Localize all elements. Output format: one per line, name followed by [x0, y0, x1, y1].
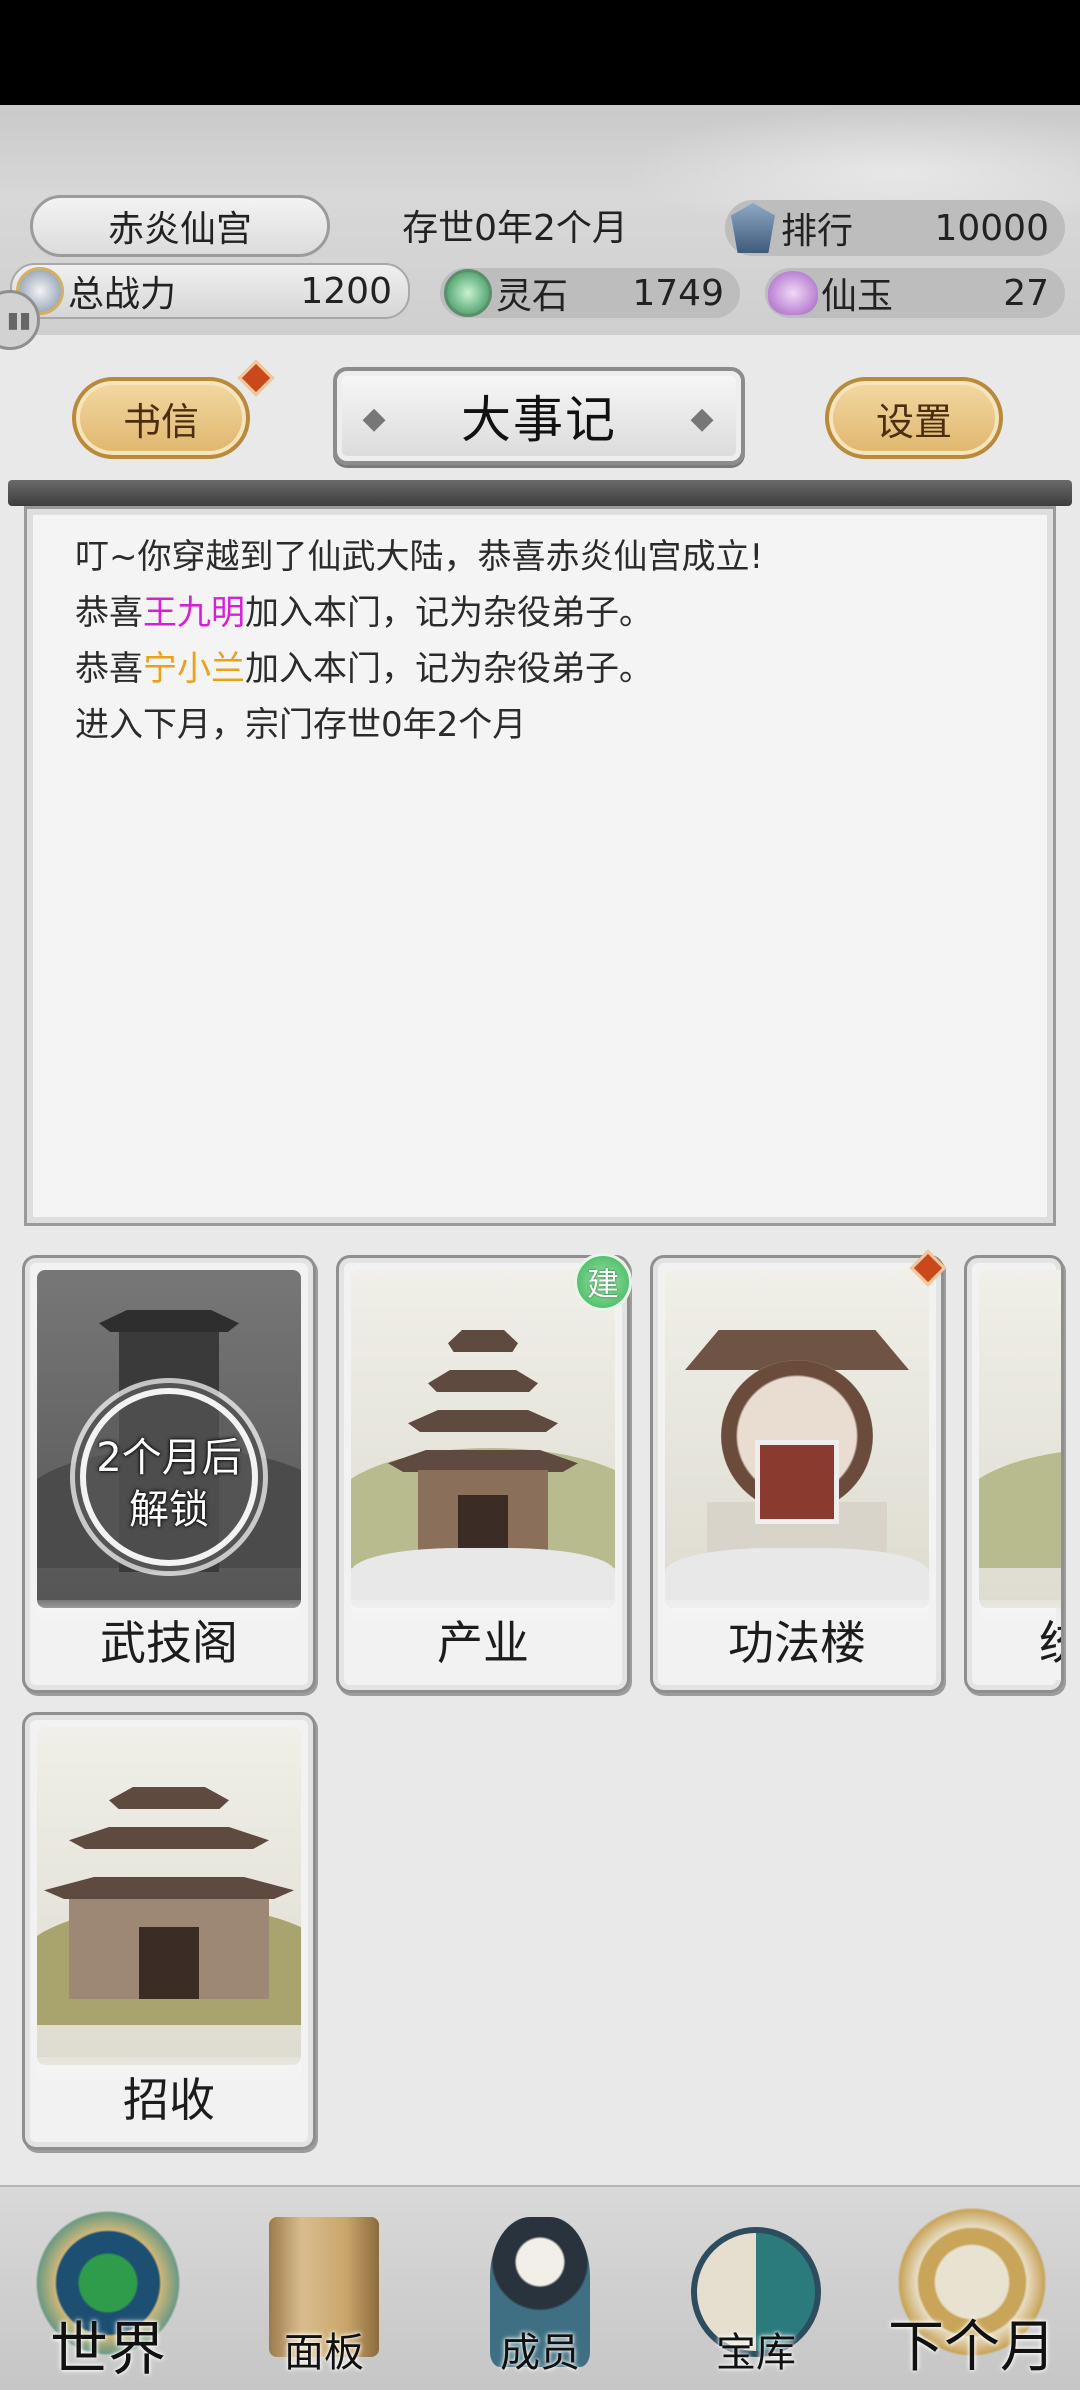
- sect-age: 存世0年2个月: [402, 208, 628, 249]
- log-entry-text: 恭喜: [75, 593, 143, 633]
- title-row: 书信 ◆ 大事记 ◆ 设置: [0, 345, 1080, 475]
- settings-button[interactable]: 设置: [825, 377, 1003, 459]
- drawer-handle-icon: ▮▮: [6, 307, 32, 333]
- rank-label: 排行: [781, 211, 854, 252]
- page-title-plate: ◆ 大事记 ◆: [333, 367, 745, 465]
- total-power-display[interactable]: 总战力 1200: [10, 263, 410, 319]
- nav-next-month[interactable]: 下个月: [864, 2187, 1080, 2390]
- spirit-stone-label: 灵石: [496, 276, 569, 317]
- unlock-countdown: 2个月后 解锁: [96, 1435, 242, 1533]
- letters-label: 书信: [122, 399, 199, 444]
- card-label: 招收: [37, 2057, 301, 2137]
- spirit-stone-value: 1749: [632, 272, 724, 314]
- recruit-art: [37, 1727, 301, 2065]
- resource-header: 赤炎仙宫 存世0年2个月 排行 10000 总战力 1200 灵石 1749 仙…: [0, 105, 1080, 335]
- sect-age-display: 存世0年2个月: [350, 200, 680, 250]
- power-value: 1200: [300, 270, 392, 312]
- card-label: 武技阁: [37, 1600, 301, 1680]
- building-card-technique-tower[interactable]: 功法楼: [650, 1255, 944, 1693]
- log-entry: 进入下月，宗门存世0年2个月: [75, 697, 1005, 753]
- lock-icon: 2个月后 解锁: [80, 1388, 258, 1566]
- spirit-stone-icon: [440, 265, 496, 321]
- nav-vault-label: 宝库: [716, 2330, 796, 2376]
- building-card-recruit[interactable]: 招收: [22, 1712, 316, 2150]
- event-log[interactable]: 叮~你穿越到了仙武大陆，恭喜赤炎仙宫成立! 恭喜王九明加入本门，记为杂役弟子。 …: [24, 506, 1056, 1226]
- rank-pagoda-icon: [725, 200, 781, 256]
- building-card-martial-pavilion[interactable]: 2个月后 解锁 武技阁: [22, 1255, 316, 1693]
- nav-vault[interactable]: 宝库: [648, 2187, 864, 2390]
- nav-next-month-label: 下个月: [888, 2315, 1056, 2380]
- log-entry-text: 进入下月，宗门存世0年2个月: [75, 705, 527, 745]
- card-label: 统: [979, 1600, 1061, 1680]
- letters-button[interactable]: 书信: [72, 377, 250, 459]
- spirit-stone-display[interactable]: 灵石 1749: [440, 268, 740, 318]
- log-entry-text: 加入本门，记为杂役弟子。: [245, 649, 653, 689]
- disciple-name-ning[interactable]: 宁小兰: [143, 649, 245, 689]
- log-entry: 恭喜王九明加入本门，记为杂役弟子。: [75, 585, 1005, 641]
- page-title: 大事记: [461, 391, 617, 449]
- partial-card-art: [979, 1270, 1061, 1608]
- rank-display[interactable]: 排行 10000: [725, 200, 1065, 256]
- card-label: 功法楼: [665, 1600, 929, 1680]
- log-entry-text: 叮~你穿越到了仙武大陆，恭喜赤炎仙宫成立!: [75, 537, 764, 577]
- technique-tower-art: [665, 1270, 929, 1608]
- build-available-badge: 建: [574, 1253, 632, 1311]
- letters-notification-badge: [237, 359, 275, 397]
- card-label: 产业: [351, 1600, 615, 1680]
- building-card-partial[interactable]: 统: [964, 1255, 1064, 1693]
- immortal-jade-label: 仙玉: [821, 276, 894, 317]
- nav-members[interactable]: 成员: [432, 2187, 648, 2390]
- immortal-jade-display[interactable]: 仙玉 27: [765, 268, 1065, 318]
- status-bar: [0, 0, 1080, 105]
- log-entry-text: 恭喜: [75, 649, 143, 689]
- nav-world-label: 世界: [49, 2315, 166, 2383]
- disciple-name-wang[interactable]: 王九明: [143, 593, 245, 633]
- industry-art: [351, 1270, 615, 1608]
- settings-label: 设置: [875, 399, 952, 444]
- building-card-industry[interactable]: 产业: [336, 1255, 630, 1693]
- immortal-jade-value: 27: [1003, 272, 1049, 314]
- log-entry: 叮~你穿越到了仙武大陆，恭喜赤炎仙宫成立!: [75, 529, 1005, 585]
- bottom-nav: 世界 面板 成员 宝库 下个月: [0, 2185, 1080, 2390]
- nav-members-label: 成员: [500, 2330, 580, 2376]
- nav-panel-label: 面板: [284, 2330, 364, 2376]
- log-entry-text: 加入本门，记为杂役弟子。: [245, 593, 653, 633]
- log-scroll-rod: [8, 480, 1072, 506]
- sect-name-plate[interactable]: 赤炎仙宫: [30, 195, 330, 257]
- rank-value: 10000: [934, 207, 1049, 249]
- sect-name: 赤炎仙宫: [107, 209, 252, 250]
- power-label: 总战力: [68, 274, 177, 315]
- immortal-jade-icon: [765, 265, 821, 321]
- nav-panel[interactable]: 面板: [216, 2187, 432, 2390]
- ornament-left-icon: ◆: [362, 401, 388, 436]
- nav-world[interactable]: 世界: [0, 2187, 216, 2390]
- ornament-right-icon: ◆: [690, 401, 716, 436]
- log-entry: 恭喜宁小兰加入本门，记为杂役弟子。: [75, 641, 1005, 697]
- martial-pavilion-art: 2个月后 解锁: [37, 1270, 301, 1608]
